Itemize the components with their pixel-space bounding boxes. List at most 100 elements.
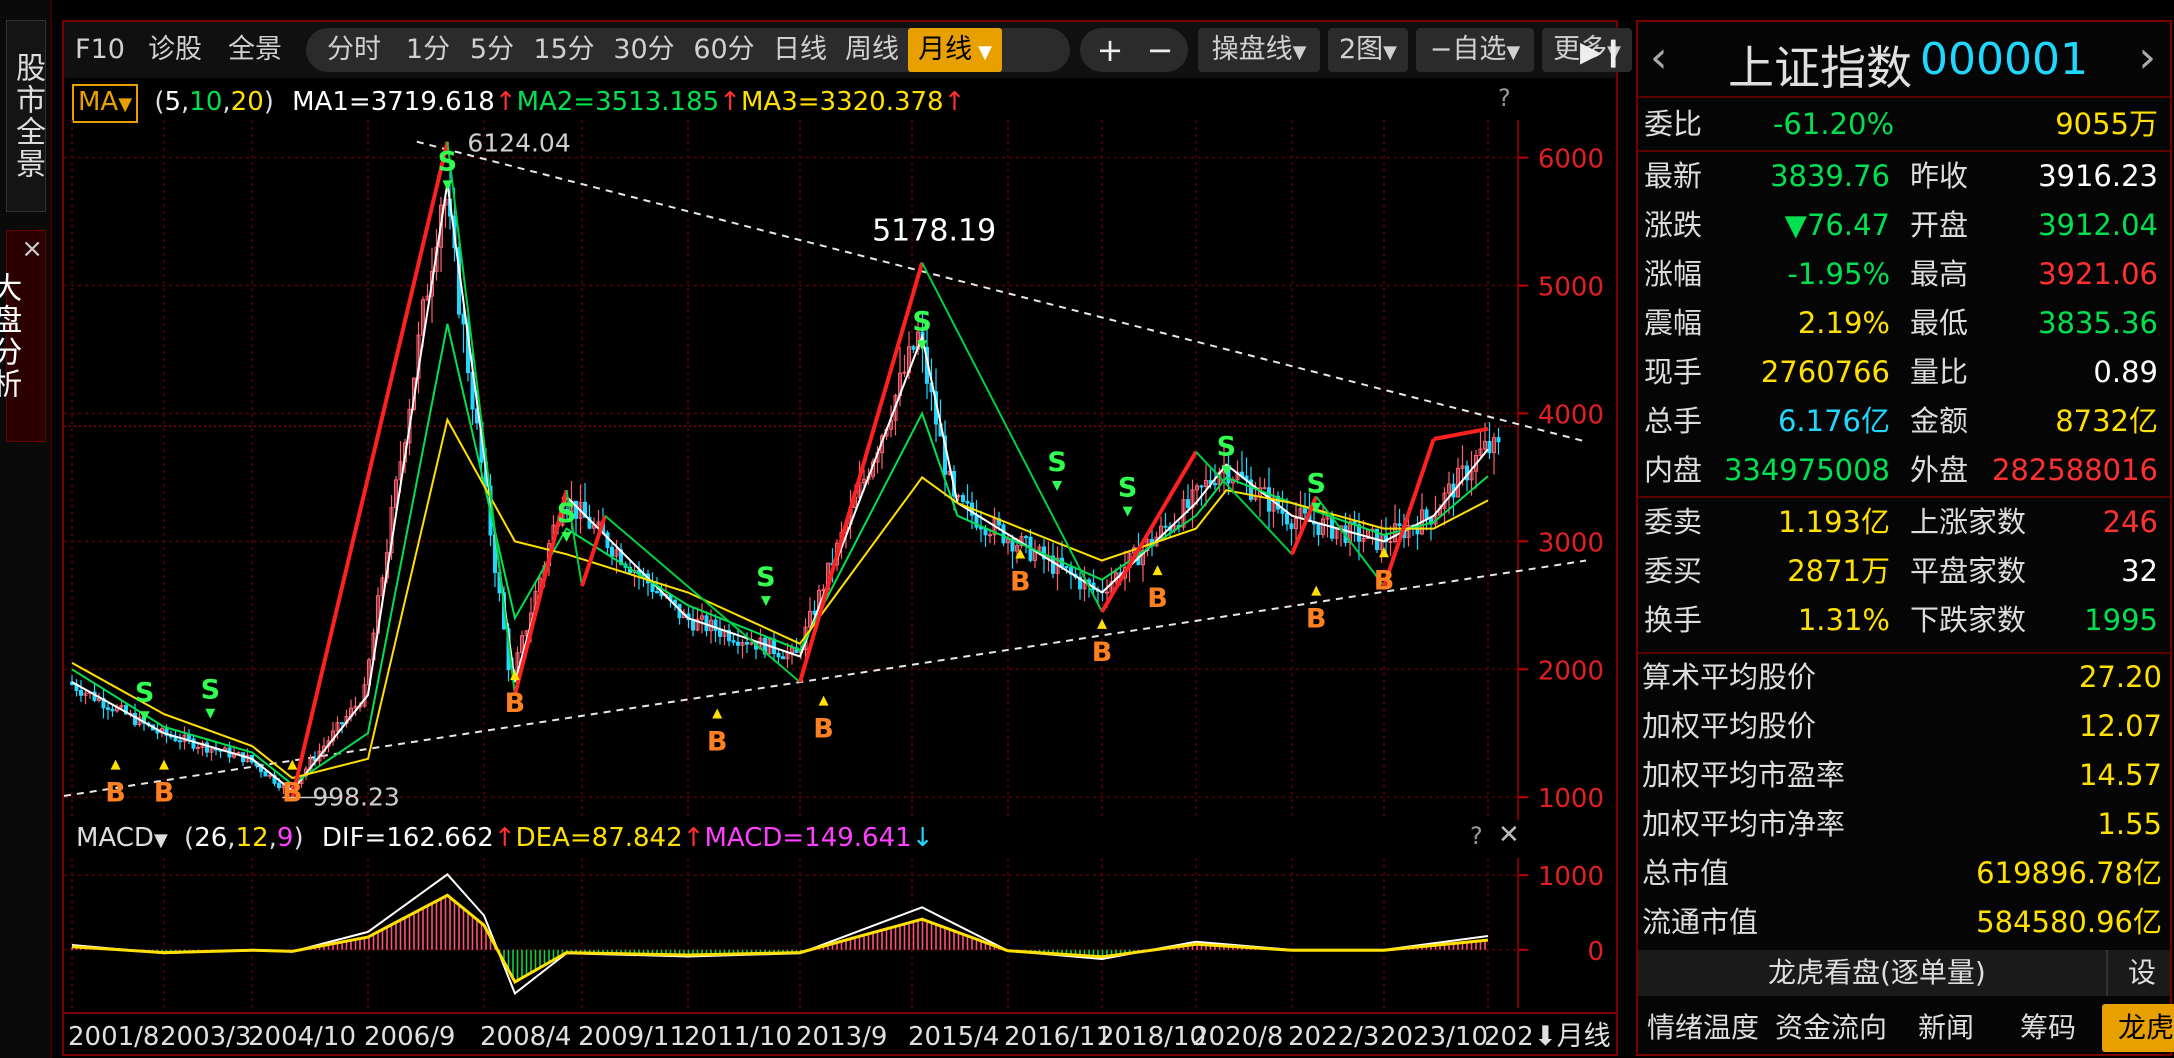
macd-chart[interactable]: 0 1000	[64, 858, 1616, 1008]
arrow-up-icon: ↑	[494, 87, 517, 117]
buy-arrow-icon	[1097, 618, 1107, 629]
weibi-row: 委比 -61.20% 9055万	[1644, 100, 2164, 148]
period-tab-4[interactable]: 30分	[604, 28, 684, 72]
bottom-tab-3[interactable]: 筹码	[2000, 1004, 2096, 1052]
period-tab-7[interactable]: 周线	[836, 28, 908, 72]
buy-signal: B	[813, 714, 834, 745]
period-tab-1[interactable]: 1分	[396, 28, 460, 72]
collapse-panel-button[interactable]: ▶❙	[1580, 30, 1625, 74]
candle-body	[1289, 523, 1294, 530]
candle-body	[178, 740, 182, 743]
bottom-tab-2[interactable]: 新闻	[1898, 1004, 1994, 1052]
y-tick-label: 6000	[1538, 145, 1604, 175]
buy-signal: B	[282, 778, 303, 809]
period-tab-0[interactable]: 分时	[312, 28, 396, 72]
candle-body	[1285, 512, 1289, 525]
quote-label: 震幅	[1644, 306, 1703, 340]
bottom-tab-0[interactable]: 情绪温度	[1642, 1004, 1764, 1052]
quote-row: 现手 2760766 量比 0.89	[1644, 348, 2164, 396]
period-tab-2[interactable]: 5分	[460, 28, 524, 72]
period-label[interactable]: ⬇月线	[1534, 1020, 1614, 1054]
candle-body	[983, 528, 988, 536]
sell-arrow-icon	[1052, 481, 1063, 491]
quote-label: 委买	[1644, 554, 1703, 588]
next-stock-icon[interactable]: ›	[2138, 32, 2156, 83]
period-tab-8[interactable]: 月线 ▼	[908, 28, 1002, 72]
ma3-value: MA3=3320.378	[740, 87, 944, 117]
bottom-tab-4[interactable]: 龙虎	[2102, 1004, 2174, 1052]
tab-market-analysis[interactable]: × 大盘分析	[0, 230, 46, 442]
ma-line-2	[71, 323, 1489, 786]
tab-market-overview[interactable]: 股市全景	[6, 20, 46, 212]
period-tab-3[interactable]: 15分	[524, 28, 604, 72]
stat-value: 584580.96亿	[1976, 905, 2162, 939]
macd-param-2: 12	[235, 823, 269, 853]
candle-body	[745, 641, 749, 645]
macd-selector[interactable]: MACD▼	[76, 823, 168, 853]
tab-market-analysis-label: 大盘分析	[0, 272, 22, 400]
caret-down-icon: ▼	[1383, 42, 1398, 63]
ma-line-3	[71, 417, 1489, 780]
y-tick-label: 0	[1587, 937, 1604, 967]
quote-label: 最低	[1910, 306, 1969, 340]
quote-value: 0.89	[2093, 355, 2158, 389]
quanjing-button[interactable]: 全景	[224, 28, 286, 72]
market-stat-row: 流通市值 584580.96亿	[1642, 897, 2162, 947]
stat-label: 加权平均市净率	[1642, 807, 1846, 841]
quote-label: 现手	[1644, 355, 1703, 389]
candle-body	[79, 689, 83, 696]
ma-help-icon[interactable]: ?	[1498, 84, 1511, 112]
quote-label: 开盘	[1910, 208, 1969, 242]
quote-label: 涨跌	[1644, 208, 1703, 242]
f10-button[interactable]: F10	[74, 28, 126, 72]
buy-signal: B	[1147, 583, 1168, 614]
quote-label: 换手	[1644, 603, 1703, 637]
market-stat-row: 总市值 619896.78亿	[1642, 848, 2162, 898]
prev-stock-icon[interactable]: ‹	[1650, 32, 1668, 83]
weicha-value: 9055万	[2055, 107, 2158, 141]
zoom-out-button[interactable]: −	[1140, 28, 1180, 72]
close-icon[interactable]: ×	[21, 231, 45, 267]
quote-row: 内盘 334975008 外盘 282588016	[1644, 446, 2164, 494]
settings-button[interactable]: 设	[2105, 950, 2156, 996]
kline-chart[interactable]: 1000200030004000500060006124.045178.1999…	[64, 120, 1616, 820]
period-tab-5[interactable]: 60分	[684, 28, 764, 72]
ma-param-1: 5	[164, 87, 182, 117]
x-tick-label: 2016/11	[1004, 1022, 1113, 1052]
caopanxian-dropdown[interactable]: 操盘线▼	[1198, 28, 1320, 72]
candle-body	[1064, 565, 1069, 569]
bottom-tab-1[interactable]: 资金流向	[1770, 1004, 1892, 1052]
quote-row: 委卖 1.193亿 上涨家数 246	[1644, 498, 2164, 546]
quote-label: 涨幅	[1644, 257, 1703, 291]
stat-value: 27.20	[2078, 660, 2162, 694]
ma-selector[interactable]: MA▼	[72, 84, 139, 123]
arrow-up-icon: ↑	[493, 823, 516, 853]
candle-body	[196, 746, 200, 749]
quote-value: 3835.36	[2038, 306, 2158, 340]
zixuan-dropdown[interactable]: −自选▼	[1416, 28, 1534, 72]
candle-body	[1199, 485, 1204, 488]
macd-close-icon[interactable]: ✕	[1498, 820, 1520, 850]
zhengu-button[interactable]: 诊股	[144, 28, 206, 72]
candle-body	[187, 734, 191, 740]
caret-down-icon: ▼	[118, 94, 133, 115]
buy-arrow-icon	[818, 695, 829, 706]
candle-body	[731, 640, 736, 643]
candle-body	[736, 641, 740, 646]
candle-body	[1316, 523, 1321, 535]
quote-value: 6.176亿	[1777, 404, 1890, 438]
candle-body	[911, 346, 916, 350]
longhu-bar[interactable]: 龙虎看盘(逐单量) 设	[1638, 950, 2170, 996]
two-chart-dropdown[interactable]: 2图▼	[1328, 28, 1408, 72]
zoom-in-button[interactable]: +	[1090, 28, 1130, 72]
macd-help-icon[interactable]: ?	[1470, 822, 1483, 850]
stock-name: 上证指数	[1728, 41, 1912, 95]
macd-value: MACD=149.641	[704, 823, 912, 853]
stat-value: 12.07	[2078, 709, 2162, 743]
macd-indicator-row: MACD▼ (26,12,9) DIF=162.662↑DEA=87.842↑M…	[64, 818, 933, 858]
sell-signal: S	[1217, 432, 1236, 463]
quote-value: 1.193亿	[1777, 505, 1890, 539]
upper-trendline	[416, 140, 1587, 443]
period-tab-6[interactable]: 日线	[764, 28, 836, 72]
candle-body	[133, 712, 137, 726]
